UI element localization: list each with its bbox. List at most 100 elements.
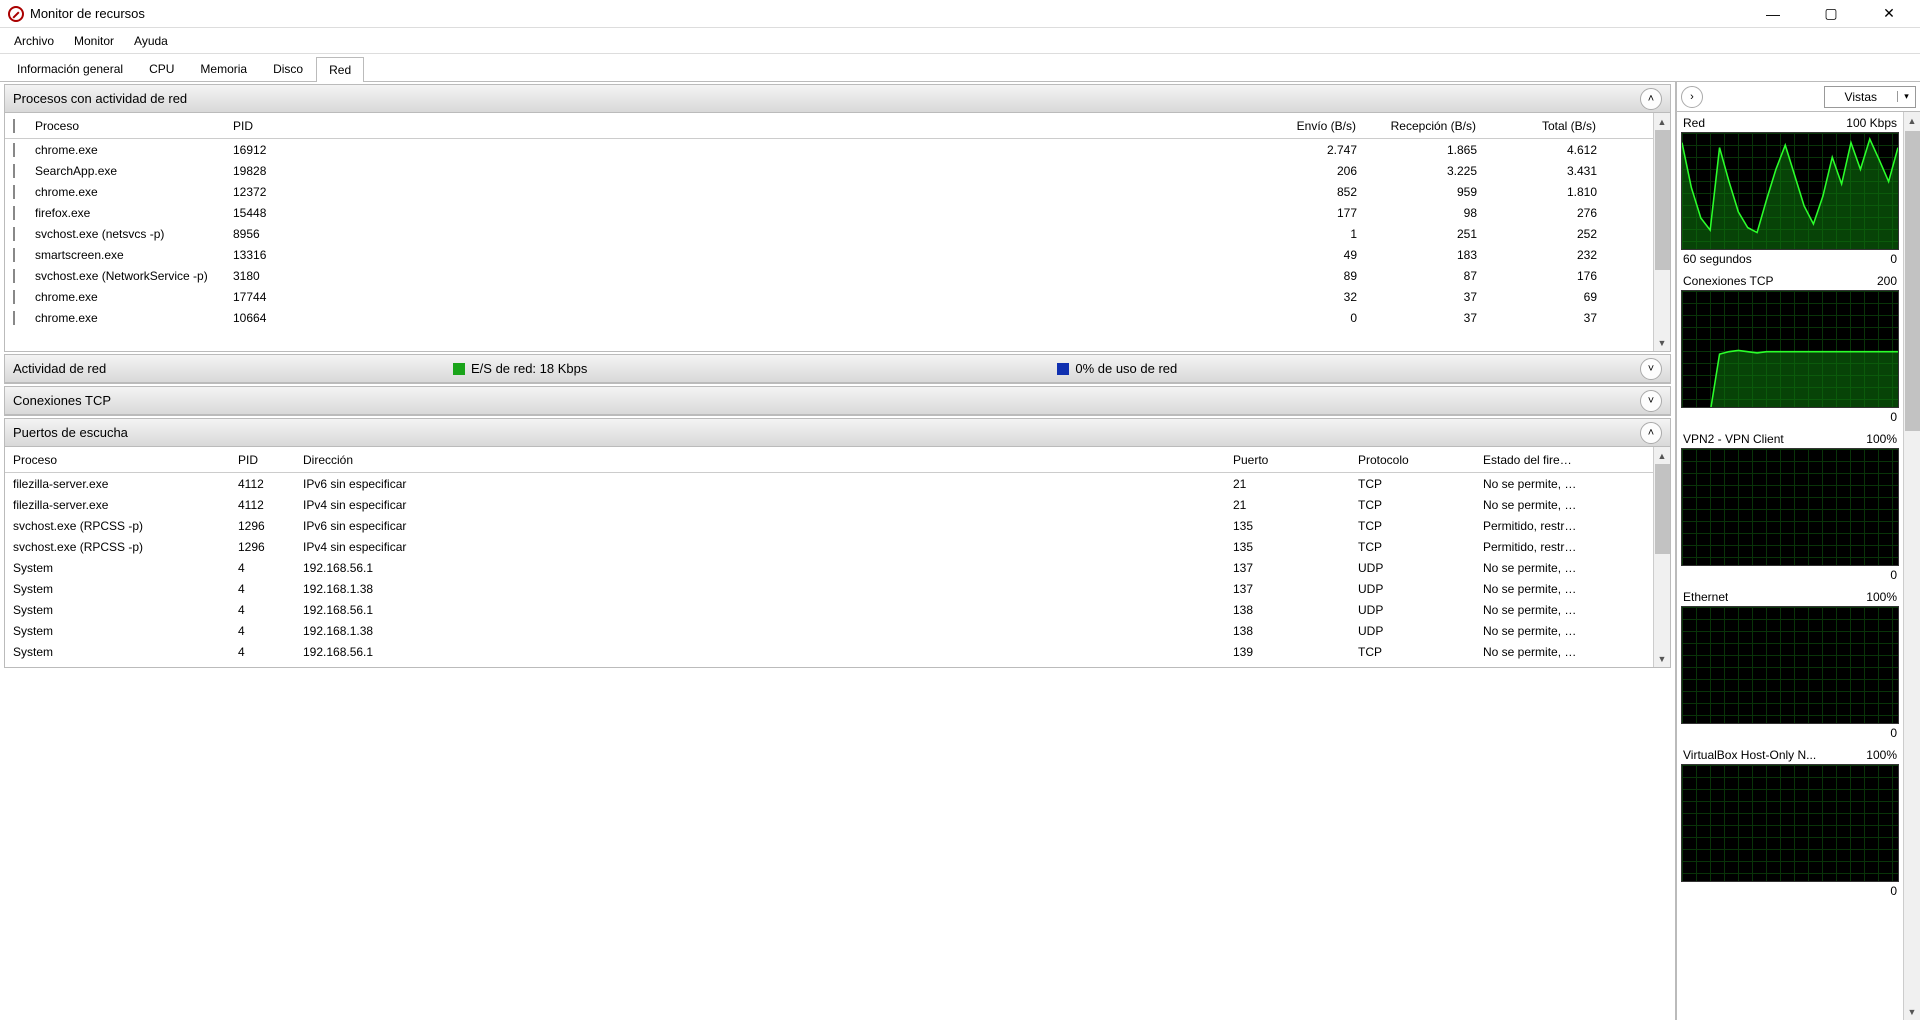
cell-proceso: System bbox=[5, 561, 230, 575]
menu-archivo[interactable]: Archivo bbox=[4, 30, 64, 52]
table-row[interactable]: System4192.168.1.38137UDPNo se permite, … bbox=[5, 578, 1653, 599]
table-row[interactable]: smartscreen.exe1331649183232 bbox=[5, 244, 1653, 265]
close-button[interactable]: ✕ bbox=[1860, 0, 1918, 28]
scroll-down-icon[interactable]: ▼ bbox=[1654, 334, 1671, 351]
tab-información-general[interactable]: Información general bbox=[4, 56, 136, 81]
row-checkbox[interactable] bbox=[13, 311, 15, 325]
row-checkbox[interactable] bbox=[13, 206, 15, 220]
col-envio[interactable]: Envío (B/s) bbox=[1245, 119, 1365, 133]
table-row[interactable]: System4192.168.56.1138UDPNo se permite, … bbox=[5, 599, 1653, 620]
scrollbar[interactable]: ▲ ▼ bbox=[1653, 447, 1670, 667]
col-proceso[interactable]: Proceso bbox=[5, 453, 230, 467]
table-row[interactable]: svchost.exe (netsvcs -p)89561251252 bbox=[5, 223, 1653, 244]
table-row[interactable]: System4192.168.56.1139TCPNo se permite, … bbox=[5, 641, 1653, 662]
tab-disco[interactable]: Disco bbox=[260, 56, 316, 81]
section-header-procesos[interactable]: Procesos con actividad de red ˄ bbox=[5, 85, 1670, 113]
scroll-up-icon[interactable]: ▲ bbox=[1654, 113, 1671, 130]
col-total[interactable]: Total (B/s) bbox=[1485, 119, 1605, 133]
row-checkbox[interactable] bbox=[13, 248, 15, 262]
cell-firewall: Permitido, restrin... bbox=[1475, 540, 1585, 554]
table-row[interactable]: svchost.exe (RPCSS -p)1296IPv4 sin espec… bbox=[5, 536, 1653, 557]
table-row[interactable]: System4192.168.1.38138UDPNo se permite, … bbox=[5, 620, 1653, 641]
minimize-button[interactable]: — bbox=[1744, 0, 1802, 28]
cell-proceso: System bbox=[5, 582, 230, 596]
table-header[interactable]: Proceso PID Envío (B/s) Recepción (B/s) … bbox=[5, 113, 1670, 139]
table-row[interactable]: svchost.exe (RPCSS -p)1296IPv6 sin espec… bbox=[5, 515, 1653, 536]
cell-pid: 8956 bbox=[225, 227, 1245, 241]
cell-envio: 177 bbox=[1245, 206, 1365, 220]
table-row[interactable]: svchost.exe (NetworkService -p)318089871… bbox=[5, 265, 1653, 286]
scroll-thumb[interactable] bbox=[1655, 130, 1670, 270]
table-row[interactable]: chrome.exe1066403737 bbox=[5, 307, 1653, 328]
section-header-tcp[interactable]: Conexiones TCP ˅ bbox=[5, 387, 1670, 415]
chart-max: 100% bbox=[1866, 590, 1897, 604]
row-checkbox[interactable] bbox=[13, 269, 15, 283]
collapse-rightpane-icon[interactable]: › bbox=[1681, 86, 1703, 108]
cell-puerto: 21 bbox=[1225, 477, 1350, 491]
expand-icon[interactable]: ˅ bbox=[1640, 390, 1662, 412]
views-button[interactable]: Vistas ▾ bbox=[1824, 86, 1916, 108]
section-puertos: Puertos de escucha ˄ Proceso PID Direcci… bbox=[4, 418, 1671, 668]
cell-total: 252 bbox=[1485, 227, 1605, 241]
use-color-swatch bbox=[1057, 363, 1069, 375]
select-all-checkbox[interactable] bbox=[13, 119, 15, 133]
collapse-icon[interactable]: ˄ bbox=[1640, 88, 1662, 110]
tab-cpu[interactable]: CPU bbox=[136, 56, 187, 81]
expand-icon[interactable]: ˅ bbox=[1640, 358, 1662, 380]
menu-ayuda[interactable]: Ayuda bbox=[124, 30, 178, 52]
cell-proceso: filezilla-server.exe bbox=[5, 477, 230, 491]
cell-firewall: No se permite, n... bbox=[1475, 561, 1585, 575]
cell-direccion: 192.168.56.1 bbox=[295, 603, 1225, 617]
col-proceso[interactable]: Proceso bbox=[27, 119, 225, 133]
row-checkbox[interactable] bbox=[13, 143, 15, 157]
cell-proceso: svchost.exe (RPCSS -p) bbox=[5, 519, 230, 533]
col-pid[interactable]: PID bbox=[230, 453, 295, 467]
cell-total: 176 bbox=[1485, 269, 1605, 283]
scroll-up-icon[interactable]: ▲ bbox=[1654, 447, 1671, 464]
tab-memoria[interactable]: Memoria bbox=[187, 56, 260, 81]
cell-pid: 4 bbox=[230, 603, 295, 617]
row-checkbox[interactable] bbox=[13, 227, 15, 241]
table-header[interactable]: Proceso PID Dirección Puerto Protocolo E… bbox=[5, 447, 1670, 473]
scroll-down-icon[interactable]: ▼ bbox=[1654, 650, 1671, 667]
scroll-thumb[interactable] bbox=[1655, 464, 1670, 554]
col-firewall[interactable]: Estado del firewall bbox=[1475, 453, 1585, 467]
cell-proceso: firefox.exe bbox=[27, 206, 225, 220]
row-checkbox[interactable] bbox=[13, 164, 15, 178]
table-row[interactable]: System4192.168.56.1137UDPNo se permite, … bbox=[5, 557, 1653, 578]
table-row[interactable]: chrome.exe169122.7471.8654.612 bbox=[5, 139, 1653, 160]
section-header-actividad[interactable]: Actividad de red E/S de red: 18 Kbps 0% … bbox=[5, 355, 1670, 383]
chart-min: 0 bbox=[1890, 410, 1897, 424]
dropdown-icon[interactable]: ▾ bbox=[1897, 91, 1915, 102]
table-row[interactable]: firefox.exe1544817798276 bbox=[5, 202, 1653, 223]
row-checkbox[interactable] bbox=[13, 185, 15, 199]
section-title: Puertos de escucha bbox=[13, 425, 343, 440]
cell-pid: 16912 bbox=[225, 143, 1245, 157]
section-header-puertos[interactable]: Puertos de escucha ˄ bbox=[5, 419, 1670, 447]
cell-protocolo: TCP bbox=[1350, 498, 1475, 512]
col-protocolo[interactable]: Protocolo bbox=[1350, 453, 1475, 467]
table-row[interactable]: chrome.exe17744323769 bbox=[5, 286, 1653, 307]
scroll-up-icon[interactable]: ▲ bbox=[1904, 112, 1920, 129]
col-pid[interactable]: PID bbox=[225, 119, 1245, 133]
collapse-icon[interactable]: ˄ bbox=[1640, 422, 1662, 444]
rightpane-scrollbar[interactable]: ▲ ▼ bbox=[1903, 112, 1920, 1020]
col-puerto[interactable]: Puerto bbox=[1225, 453, 1350, 467]
net-use-label: 0% de uso de red bbox=[1075, 361, 1177, 376]
chart-title: Conexiones TCP bbox=[1683, 274, 1774, 288]
scrollbar[interactable]: ▲ ▼ bbox=[1653, 113, 1670, 351]
tab-red[interactable]: Red bbox=[316, 57, 364, 82]
scroll-thumb[interactable] bbox=[1905, 131, 1920, 431]
table-row[interactable]: SearchApp.exe198282063.2253.431 bbox=[5, 160, 1653, 181]
col-recepcion[interactable]: Recepción (B/s) bbox=[1365, 119, 1485, 133]
row-checkbox[interactable] bbox=[13, 290, 15, 304]
col-direccion[interactable]: Dirección bbox=[295, 453, 1225, 467]
table-row[interactable]: chrome.exe123728529591.810 bbox=[5, 181, 1653, 202]
table-row[interactable]: filezilla-server.exe4112IPv6 sin especif… bbox=[5, 473, 1653, 494]
table-row[interactable]: filezilla-server.exe4112IPv4 sin especif… bbox=[5, 494, 1653, 515]
cell-envio: 49 bbox=[1245, 248, 1365, 262]
scroll-down-icon[interactable]: ▼ bbox=[1904, 1003, 1920, 1020]
cell-proceso: svchost.exe (NetworkService -p) bbox=[27, 269, 225, 283]
maximize-button[interactable]: ▢ bbox=[1802, 0, 1860, 28]
menu-monitor[interactable]: Monitor bbox=[64, 30, 124, 52]
